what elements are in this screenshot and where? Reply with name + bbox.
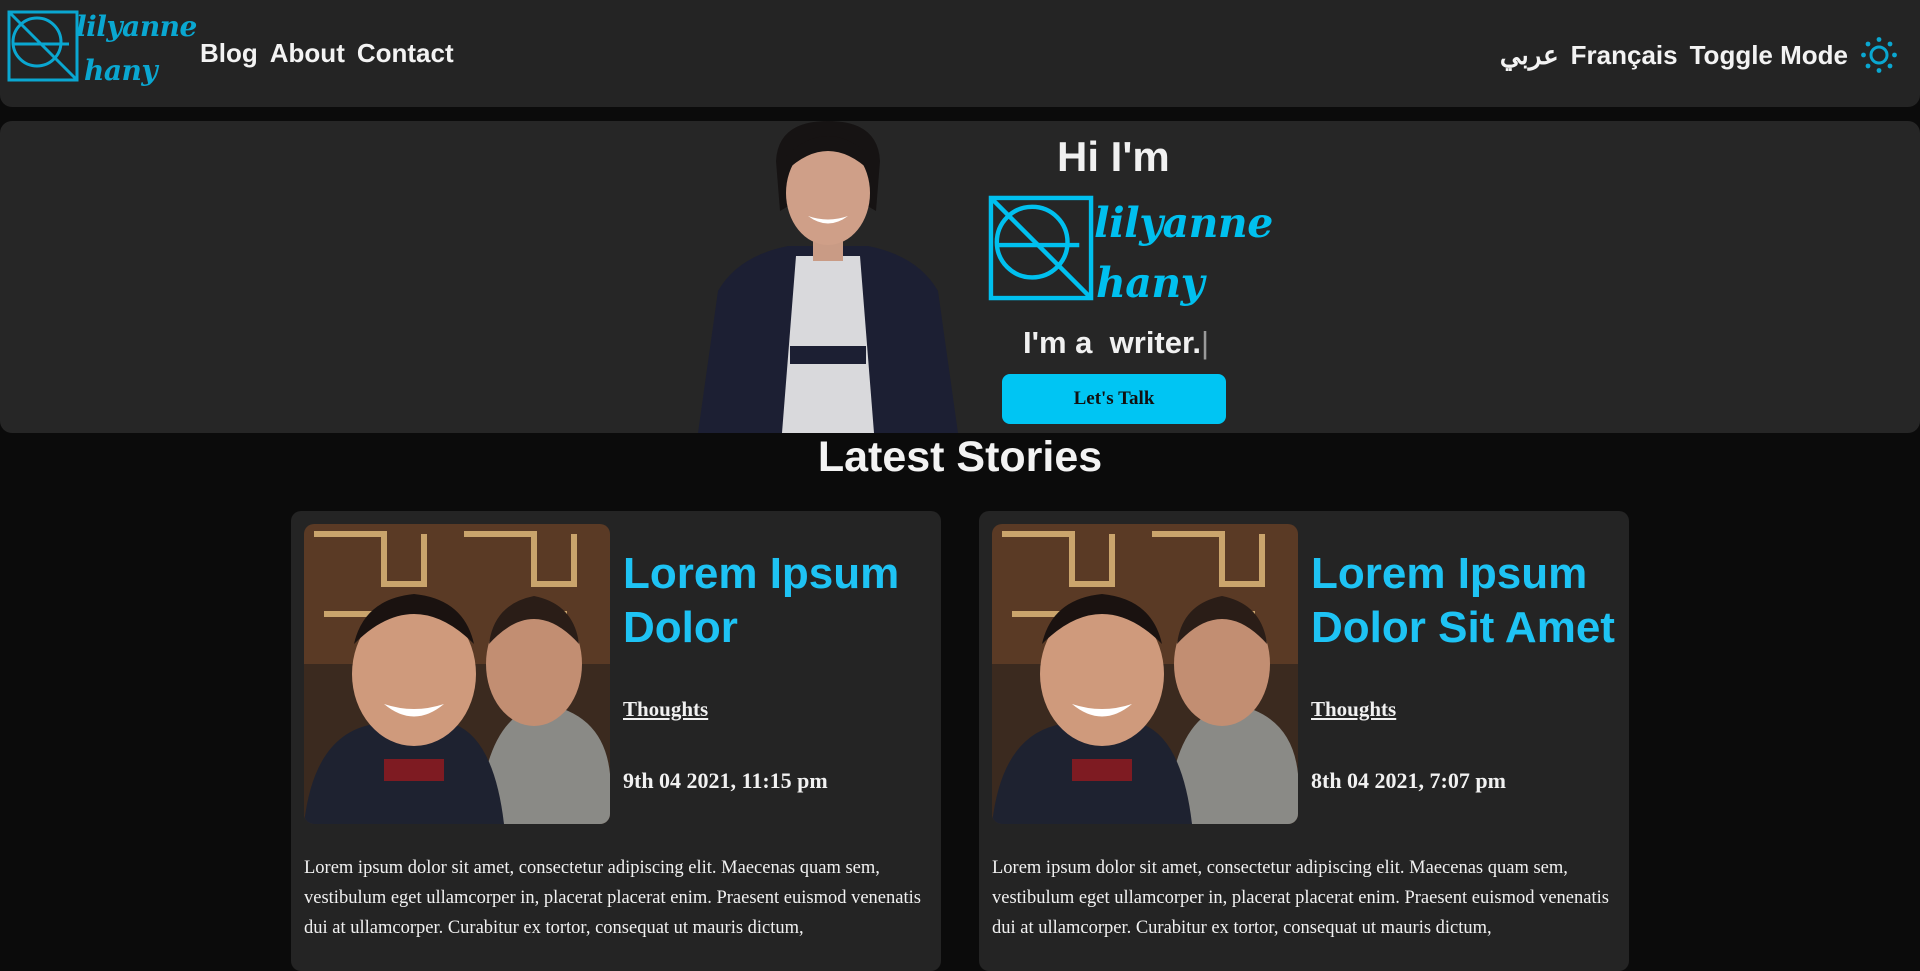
section-title: Latest Stories (817, 433, 1103, 481)
story-title[interactable]: Lorem Ipsum Dolor Sit Amet (1311, 547, 1621, 655)
story-excerpt: Lorem ipsum dolor sit amet, consectetur … (304, 858, 921, 938)
sun-icon[interactable] (1860, 36, 1898, 74)
nav-actions: عربي Français Toggle Mode (1500, 36, 1898, 74)
story-thumbnail[interactable] (992, 524, 1298, 824)
author-portrait (678, 121, 978, 433)
site-logo[interactable]: lilyanne hany (4, 6, 197, 96)
lang-arabic-link[interactable]: عربي (1500, 40, 1559, 71)
story-category-link[interactable]: Thoughts (623, 697, 708, 722)
primary-nav: Blog About Contact (200, 38, 454, 69)
story-thumbnail[interactable] (304, 524, 610, 824)
logo-mark-icon (7, 10, 79, 82)
story-excerpt: Lorem ipsum dolor sit amet, consectetur … (992, 858, 1609, 938)
hero-tagline: I'm a writer.| (1023, 325, 1209, 361)
hero-brand-logo: lilyanne hany (988, 195, 1273, 315)
hero-greeting: Hi I'm (1057, 133, 1170, 180)
logo-mark-icon (988, 195, 1094, 301)
story-date: 8th 04 2021, 7:07 pm (1311, 768, 1506, 793)
nav-link-about[interactable]: About (270, 38, 345, 69)
hero-logo-line-2: hany (1096, 259, 1205, 307)
lang-french-link[interactable]: Français (1571, 40, 1678, 71)
story-card[interactable]: Lorem Ipsum Dolor Thoughts 9th 04 2021, … (291, 511, 941, 971)
nav-link-contact[interactable]: Contact (357, 38, 454, 69)
top-navbar: lilyanne hany Blog About Contact عربي Fr… (0, 0, 1920, 107)
tagline-prefix: I'm a (1023, 325, 1093, 360)
logo-line-2: hany (84, 54, 158, 87)
lets-talk-button[interactable]: Let's Talk (1002, 374, 1226, 424)
nav-link-blog[interactable]: Blog (200, 38, 258, 69)
story-category-link[interactable]: Thoughts (1311, 697, 1396, 722)
hero-logo-line-1: lilyanne (1094, 199, 1273, 247)
story-card[interactable]: Lorem Ipsum Dolor Sit Amet Thoughts 8th … (979, 511, 1629, 971)
logo-line-1: lilyanne (76, 10, 197, 43)
hero-section: Hi I'm lilyanne hany I'm a writer.| Let'… (0, 121, 1920, 433)
tagline-typed-word: writer. (1109, 325, 1201, 360)
toggle-mode-link[interactable]: Toggle Mode (1690, 40, 1848, 71)
story-date: 9th 04 2021, 11:15 pm (623, 768, 828, 793)
typing-cursor: | (1200, 325, 1210, 360)
story-title[interactable]: Lorem Ipsum Dolor (623, 547, 933, 655)
